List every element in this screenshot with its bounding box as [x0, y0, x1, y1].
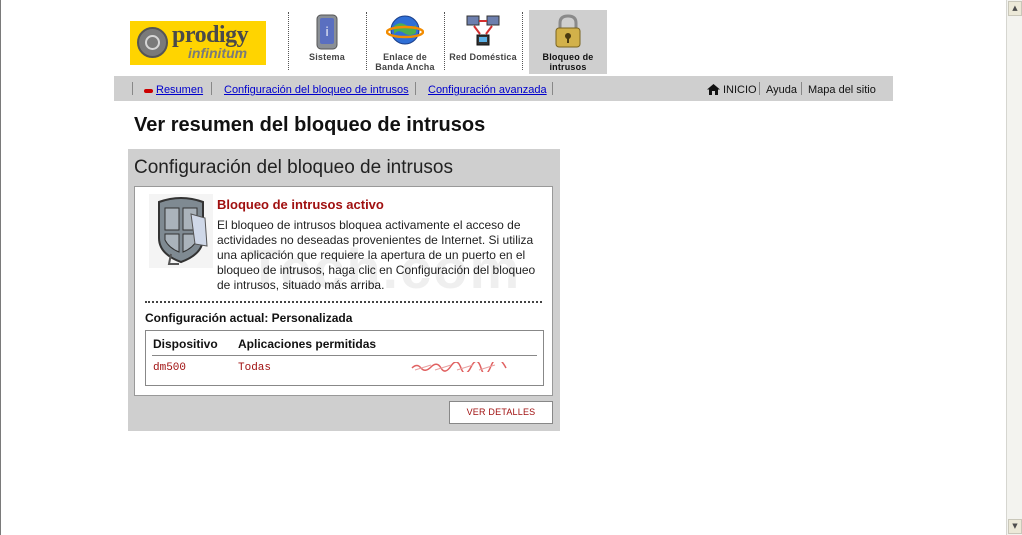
nav-divider	[288, 12, 289, 70]
nav-tab-label: Bloqueo de intrusos	[542, 52, 594, 72]
firewall-summary-panel: Configuración del bloqueo de intrusos Bl…	[128, 149, 560, 431]
logo-text-infinitum: infinitum	[188, 45, 248, 61]
mapa-del-sitio-link[interactable]: Mapa del sitio	[808, 84, 876, 96]
svg-text:i: i	[325, 25, 328, 39]
subnav-link-configuracion-bloqueo[interactable]: Configuración del bloqueo de intrusos	[224, 84, 409, 96]
home-icon[interactable]	[707, 84, 720, 95]
table-header-apps: Aplicaciones permitidas	[238, 337, 377, 351]
nav-tab-label: Enlace de Banda Ancha	[375, 52, 435, 72]
nav-tab-sistema[interactable]: i Sistema	[290, 10, 364, 74]
scroll-up-icon[interactable]: ▲	[1008, 1, 1022, 16]
ayuda-link[interactable]: Ayuda	[766, 84, 797, 96]
panel-content: Bloqueo de intrusos activo El bloqueo de…	[134, 186, 553, 396]
table-header-rule	[152, 355, 537, 356]
system-icon: i	[316, 14, 338, 50]
subnav-divider	[132, 82, 133, 95]
subnav-divider	[415, 82, 416, 95]
prodigy-logo[interactable]: prodigy infinitum	[130, 21, 266, 65]
redacted-mark	[411, 362, 507, 372]
nav-tab-enlace-banda-ancha[interactable]: Enlace de Banda Ancha	[368, 10, 442, 74]
sub-navigation-bar: Resumen Configuración del bloqueo de int…	[114, 76, 893, 101]
inicio-link[interactable]: INICIO	[723, 84, 757, 96]
ver-detalles-button[interactable]: VER DETALLES	[449, 401, 553, 424]
shield-icon	[149, 194, 213, 268]
panel-title: Configuración del bloqueo de intrusos	[134, 157, 453, 178]
padlock-icon	[555, 14, 581, 48]
subnav-divider	[552, 82, 553, 95]
vertical-scrollbar[interactable]: ▲ ▼	[1006, 0, 1022, 535]
network-icon	[466, 15, 500, 46]
subnav-divider	[801, 82, 802, 95]
status-description: El bloqueo de intrusos bloquea activamen…	[217, 218, 536, 292]
allowed-apps-table: Dispositivo Aplicaciones permitidas dm50…	[145, 330, 544, 386]
table-cell-apps: Todas	[238, 362, 272, 374]
active-marker-icon	[144, 89, 153, 93]
window-frame	[0, 0, 1, 535]
nav-divider	[366, 12, 367, 70]
table-header-device: Dispositivo	[153, 337, 218, 351]
page-title: Ver resumen del bloqueo de intrusos	[134, 114, 486, 136]
logo-emblem-icon	[137, 27, 168, 58]
subnav-divider	[759, 82, 760, 95]
status-title: Bloqueo de intrusos activo	[217, 197, 384, 212]
globe-icon	[386, 15, 424, 45]
scroll-down-icon[interactable]: ▼	[1008, 519, 1022, 534]
subnav-link-resumen[interactable]: Resumen	[156, 84, 203, 96]
current-config-label: Configuración actual: Personalizada	[145, 311, 353, 325]
nav-divider	[522, 12, 523, 70]
nav-divider	[444, 12, 445, 70]
nav-tab-label: Red Doméstica	[449, 52, 517, 62]
subnav-link-configuracion-avanzada[interactable]: Configuración avanzada	[428, 84, 547, 96]
subnav-divider	[211, 82, 212, 95]
dotted-divider	[145, 301, 542, 303]
nav-tab-label: Sistema	[309, 52, 345, 62]
nav-tab-red-domestica[interactable]: Red Doméstica	[446, 10, 520, 74]
nav-tab-bloqueo-intrusos[interactable]: Bloqueo de intrusos	[529, 10, 607, 74]
table-cell-device: dm500	[153, 362, 187, 374]
